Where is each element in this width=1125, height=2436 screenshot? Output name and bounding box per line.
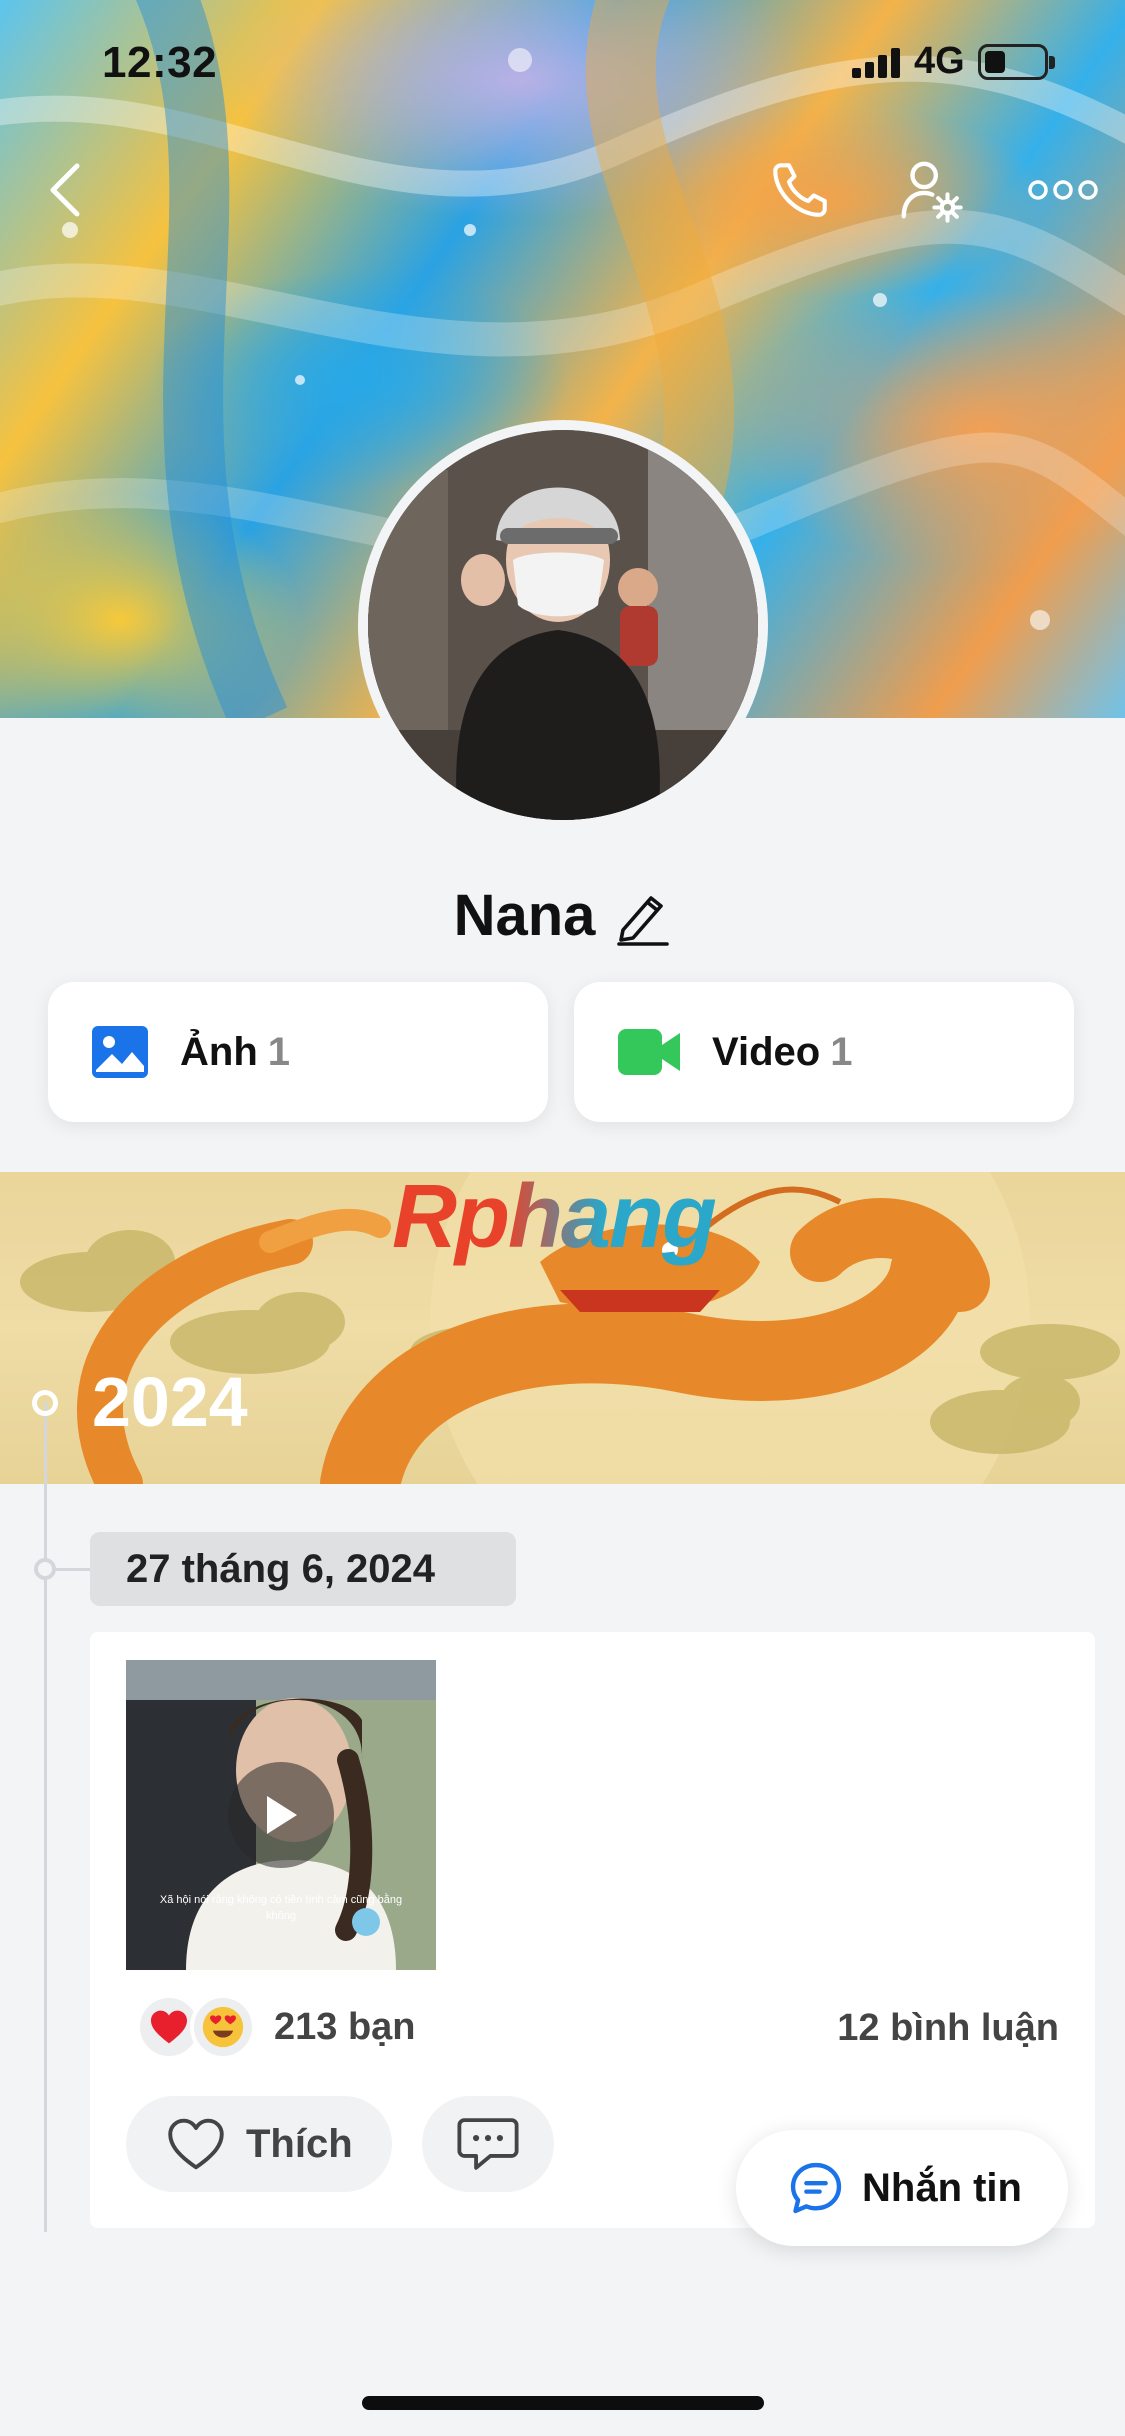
person-settings-icon <box>901 161 963 223</box>
timeline-year: 2024 <box>92 1363 248 1441</box>
image-icon <box>92 1026 148 1078</box>
edit-name-button[interactable] <box>615 885 671 947</box>
timeline-date-node <box>34 1558 56 1580</box>
message-label: Nhắn tin <box>862 2165 1022 2210</box>
timeline-branch <box>56 1568 90 1571</box>
profile-page: 12:32 4G Nana Ảnh 1 Video 1 Rphang 2024 … <box>0 0 1125 2436</box>
comment-count[interactable]: 12 bình luận <box>837 2007 1059 2050</box>
status-time: 12:32 <box>102 38 218 87</box>
like-button[interactable]: Thích <box>126 2096 392 2192</box>
more-button[interactable] <box>1018 150 1108 230</box>
heart-outline-icon <box>168 2118 224 2170</box>
battery-level <box>985 51 1005 73</box>
comment-icon <box>457 2118 519 2170</box>
more-icon <box>1028 180 1098 200</box>
message-button[interactable]: Nhắn tin <box>736 2130 1068 2246</box>
timeline-date: 27 tháng 6, 2024 <box>90 1532 516 1606</box>
video-camera-icon <box>618 1029 680 1075</box>
network-type: 4G <box>914 40 965 82</box>
phone-icon <box>773 163 827 217</box>
play-button[interactable] <box>228 1762 334 1868</box>
battery-icon <box>978 44 1055 80</box>
photos-card[interactable]: Ảnh 1 <box>48 982 548 1122</box>
videos-card[interactable]: Video 1 <box>574 982 1074 1122</box>
photos-label: Ảnh <box>180 1029 258 1074</box>
avatar-photo <box>368 430 758 820</box>
videos-count: 1 <box>830 1029 853 1074</box>
avatar[interactable] <box>368 430 758 820</box>
profile-name: Nana <box>453 883 596 948</box>
back-icon <box>50 163 80 217</box>
timeline-line <box>44 1402 47 2232</box>
status-bar: 12:32 4G <box>0 0 1125 120</box>
play-icon <box>267 1796 297 1834</box>
comment-button[interactable] <box>422 2096 554 2192</box>
profile-name-row: Nana <box>0 882 1125 949</box>
photos-count: 1 <box>267 1029 291 1074</box>
video-thumbnail[interactable]: Xã hội nói rằng không có tiền tình cảm c… <box>126 1660 436 1970</box>
chat-bubble-icon <box>790 2162 842 2214</box>
love-eyes-reaction-icon <box>190 1994 256 2060</box>
home-indicator[interactable] <box>362 2396 764 2410</box>
like-label: Thích <box>246 2121 353 2166</box>
cellular-signal-icon <box>852 46 906 78</box>
call-button[interactable] <box>760 150 840 230</box>
reactions-summary[interactable]: 213 bạn <box>136 1994 416 2060</box>
avatar-frame[interactable] <box>358 420 768 830</box>
video-caption: Xã hội nói rằng không có tiền tình cảm c… <box>159 1894 403 1922</box>
videos-label: Video <box>712 1029 821 1074</box>
profile-settings-button[interactable] <box>890 150 970 230</box>
back-button[interactable] <box>30 150 100 230</box>
timeline-year-node <box>32 1390 58 1416</box>
watermark-logo: Rphang <box>392 1167 717 1267</box>
reaction-count: 213 bạn <box>274 2005 416 2048</box>
